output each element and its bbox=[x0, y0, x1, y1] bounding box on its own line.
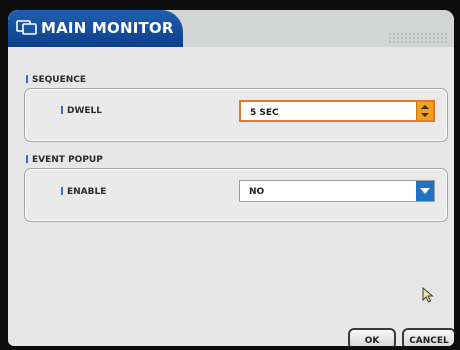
sequence-group: DWELL 5 SEC bbox=[24, 88, 448, 142]
mouse-cursor-icon bbox=[422, 287, 434, 303]
event-popup-group: ENABLE NO bbox=[24, 168, 448, 222]
row-marker bbox=[61, 106, 63, 114]
chevron-down-icon bbox=[420, 188, 430, 194]
event-popup-section-label: EVENT POPUP bbox=[26, 155, 103, 165]
dropdown-button[interactable] bbox=[416, 181, 434, 201]
enable-value: NO bbox=[249, 187, 265, 197]
section-marker bbox=[26, 75, 28, 83]
enable-dropdown[interactable]: NO bbox=[239, 180, 435, 202]
monitor-icon bbox=[16, 20, 37, 35]
title-tab: MAIN MONITOR bbox=[8, 10, 183, 47]
row-marker bbox=[61, 187, 63, 195]
spin-up-icon[interactable] bbox=[421, 105, 429, 109]
title-bar-pattern bbox=[388, 32, 448, 44]
cancel-button[interactable]: CANCEL bbox=[402, 328, 454, 346]
dwell-spinbox[interactable]: 5 SEC bbox=[239, 100, 435, 122]
main-monitor-dialog: MAIN MONITOR SEQUENCE DWELL 5 SEC EVENT … bbox=[8, 10, 454, 346]
window-title: MAIN MONITOR bbox=[41, 19, 174, 37]
spin-down-icon[interactable] bbox=[421, 113, 429, 117]
ok-button[interactable]: OK bbox=[348, 328, 396, 346]
enable-label: ENABLE bbox=[61, 187, 106, 197]
section-marker bbox=[26, 155, 28, 163]
dwell-label: DWELL bbox=[61, 106, 102, 116]
title-bar: MAIN MONITOR bbox=[8, 10, 454, 47]
dwell-value: 5 SEC bbox=[250, 108, 279, 118]
dwell-spinner-buttons[interactable] bbox=[416, 102, 433, 120]
sequence-section-label: SEQUENCE bbox=[26, 75, 86, 85]
